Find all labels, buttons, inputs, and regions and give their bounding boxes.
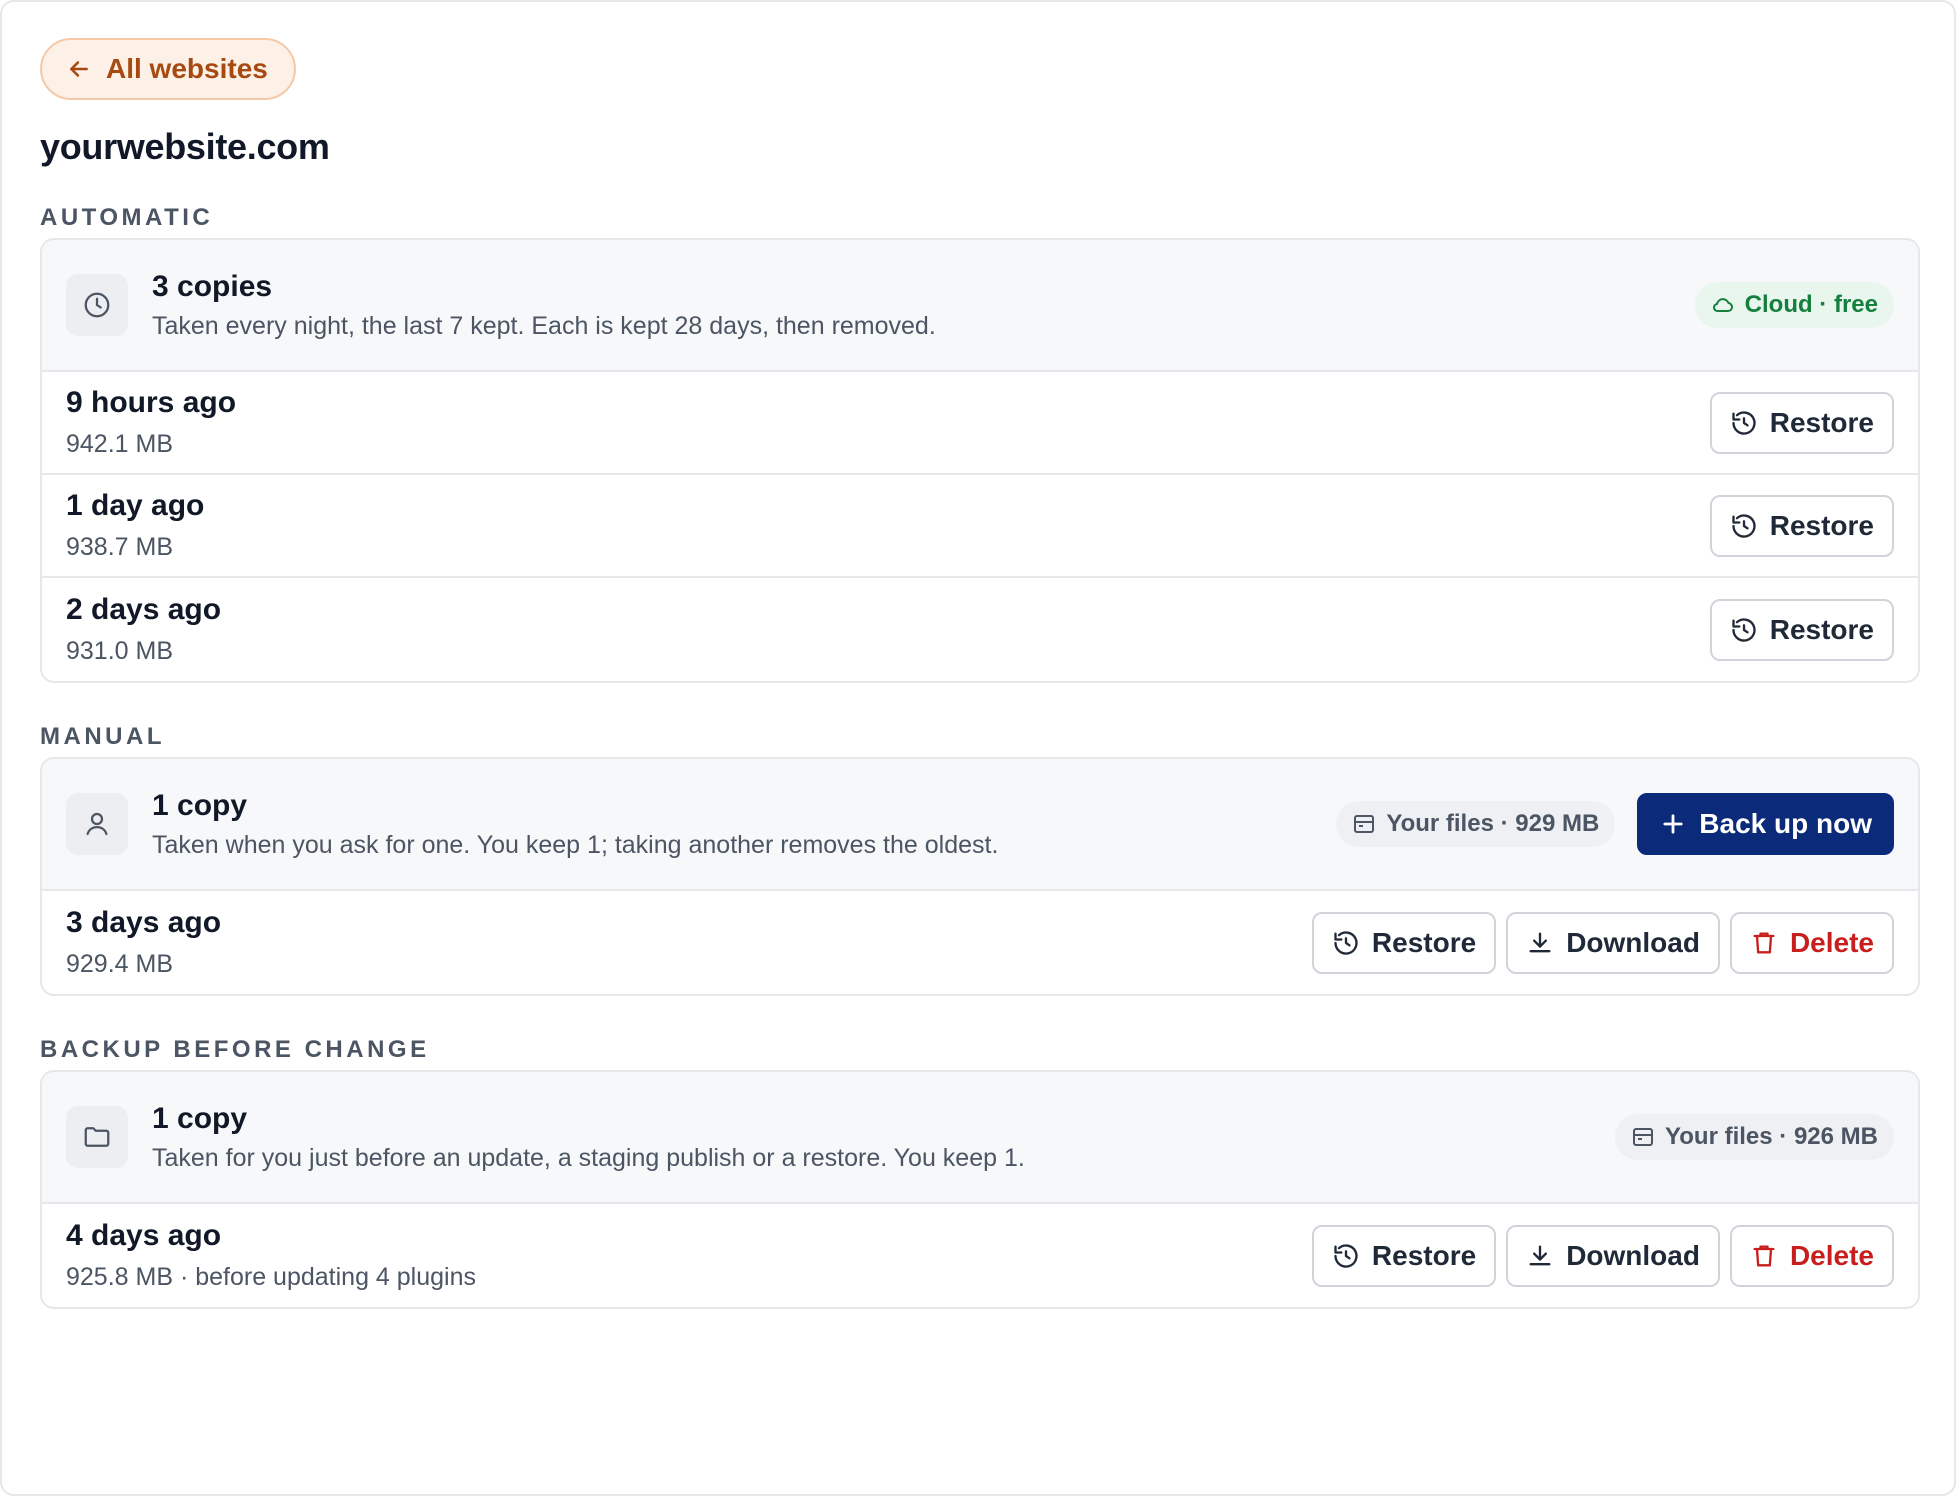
section-label-before-change: BACKUP BEFORE CHANGE <box>40 1036 430 1063</box>
delete-label: Delete <box>1789 926 1874 958</box>
plus-icon <box>1663 814 1683 834</box>
cloud-icon <box>1712 298 1733 313</box>
all-websites-label: All websites <box>106 53 268 84</box>
backup-size: 929.4 MB <box>66 950 174 978</box>
backup-time: 4 days ago <box>66 1219 222 1252</box>
restore-button[interactable]: Restore <box>1709 494 1894 557</box>
backup-size: 942.1 MB <box>66 430 174 458</box>
backup-time: 3 days ago <box>66 906 222 939</box>
page-content: All websites yourwebsite.com AUTOMATIC 3… <box>40 38 1920 1309</box>
backup-size: 931.0 MB <box>66 637 174 665</box>
automatic-backups-card: 3 copies Taken every night, the last 7 k… <box>40 238 1920 683</box>
before-change-icon-box <box>66 1106 128 1168</box>
row-actions: Restore <box>1709 598 1894 661</box>
backup-row: 2 days ago 931.0 MB Restore <box>42 578 1918 681</box>
backup-row-text: 3 days ago 929.4 MB <box>66 906 1312 979</box>
cloud-free-badge: Cloud · free <box>1694 282 1894 328</box>
delete-label: Delete <box>1789 1239 1874 1271</box>
download-button[interactable]: Download <box>1506 911 1720 974</box>
before-change-storage-label: Your files · 926 MB <box>1665 1123 1878 1150</box>
backup-time: 9 hours ago <box>66 386 237 419</box>
before-change-backups-card: 1 copy Taken for you just before an upda… <box>40 1070 1920 1309</box>
backup-row-text: 2 days ago 931.0 MB <box>66 593 1710 666</box>
section-label-manual: MANUAL <box>40 723 165 750</box>
history-icon <box>1732 617 1756 642</box>
automatic-icon-box <box>66 274 128 336</box>
row-actions: Restore Download Delete <box>1311 911 1894 974</box>
backup-row: 4 days ago 925.8 MB · before updating 4 … <box>42 1204 1918 1307</box>
row-actions: Restore <box>1709 391 1894 454</box>
page-frame: All websites yourwebsite.com AUTOMATIC 3… <box>0 0 1956 1496</box>
restore-button[interactable]: Restore <box>1709 598 1894 661</box>
manual-header-text: 1 copy Taken when you ask for one. You k… <box>152 789 1336 860</box>
backup-time: 2 days ago <box>66 593 222 626</box>
delete-button[interactable]: Delete <box>1729 911 1894 974</box>
backup-row: 1 day ago 938.7 MB Restore <box>42 475 1918 578</box>
backup-size: 925.8 MB · before updating 4 plugins <box>66 1263 476 1291</box>
restore-label: Restore <box>1769 509 1874 541</box>
delete-button[interactable]: Delete <box>1729 1224 1894 1287</box>
trash-icon <box>1753 932 1775 953</box>
cloud-free-label: Cloud · free <box>1744 291 1878 318</box>
user-icon <box>86 812 108 836</box>
restore-button[interactable]: Restore <box>1311 1224 1497 1287</box>
folder-icon <box>84 1127 110 1147</box>
manual-description: Taken when you ask for one. You keep 1; … <box>152 830 999 859</box>
download-button[interactable]: Download <box>1506 1224 1720 1287</box>
automatic-card-header: 3 copies Taken every night, the last 7 k… <box>42 240 1918 372</box>
backup-row-text: 1 day ago 938.7 MB <box>66 489 1710 562</box>
trash-icon <box>1753 1245 1775 1266</box>
back-up-now-label: Back up now <box>1699 808 1872 839</box>
automatic-header-text: 3 copies Taken every night, the last 7 k… <box>152 270 1695 341</box>
restore-label: Restore <box>1769 406 1874 438</box>
history-icon <box>1732 410 1756 435</box>
all-websites-button[interactable]: All websites <box>40 38 296 100</box>
manual-card-header: 1 copy Taken when you ask for one. You k… <box>42 759 1918 891</box>
clock-icon <box>84 292 110 318</box>
before-change-card-header: 1 copy Taken for you just before an upda… <box>42 1072 1918 1204</box>
section-label-automatic: AUTOMATIC <box>40 204 214 231</box>
before-change-header-text: 1 copy Taken for you just before an upda… <box>152 1102 1615 1173</box>
download-label: Download <box>1566 926 1700 958</box>
backup-row-text: 4 days ago 925.8 MB · before updating 4 … <box>66 1219 1312 1292</box>
backup-size: 938.7 MB <box>66 533 174 561</box>
download-icon <box>1529 1245 1551 1265</box>
page-title: yourwebsite.com <box>40 126 330 167</box>
restore-label: Restore <box>1769 613 1874 645</box>
row-actions: Restore Download Delete <box>1311 1224 1894 1287</box>
manual-storage-label: Your files · 929 MB <box>1386 810 1600 837</box>
backup-time: 1 day ago <box>66 489 205 522</box>
automatic-copy-count: 3 copies <box>152 269 273 303</box>
arrow-left-icon <box>70 61 88 77</box>
history-icon <box>1334 1243 1358 1268</box>
backup-row: 3 days ago 929.4 MB Restore Download Del… <box>42 891 1918 994</box>
restore-button[interactable]: Restore <box>1311 911 1497 974</box>
storage-icon <box>1354 815 1375 833</box>
manual-icon-box <box>66 793 128 855</box>
restore-label: Restore <box>1371 926 1477 958</box>
row-actions: Restore <box>1709 494 1894 557</box>
before-change-copy-count: 1 copy <box>152 1101 248 1135</box>
restore-label: Restore <box>1371 1239 1477 1271</box>
manual-copy-count: 1 copy <box>152 788 248 822</box>
download-label: Download <box>1566 1239 1700 1271</box>
backup-row-text: 9 hours ago 942.1 MB <box>66 386 1710 459</box>
before-change-storage-badge: Your files · 926 MB <box>1615 1114 1894 1160</box>
restore-button[interactable]: Restore <box>1709 391 1894 454</box>
backup-row: 9 hours ago 942.1 MB Restore <box>42 372 1918 475</box>
history-icon <box>1732 513 1756 538</box>
back-up-now-button[interactable]: Back up now <box>1637 793 1894 855</box>
download-icon <box>1529 932 1551 952</box>
storage-icon <box>1633 1128 1654 1146</box>
history-icon <box>1334 930 1358 955</box>
manual-backups-card: 1 copy Taken when you ask for one. You k… <box>40 757 1920 996</box>
automatic-description: Taken every night, the last 7 kept. Each… <box>152 311 936 340</box>
before-change-description: Taken for you just before an update, a s… <box>152 1143 1025 1172</box>
manual-storage-badge: Your files · 929 MB <box>1336 801 1616 847</box>
